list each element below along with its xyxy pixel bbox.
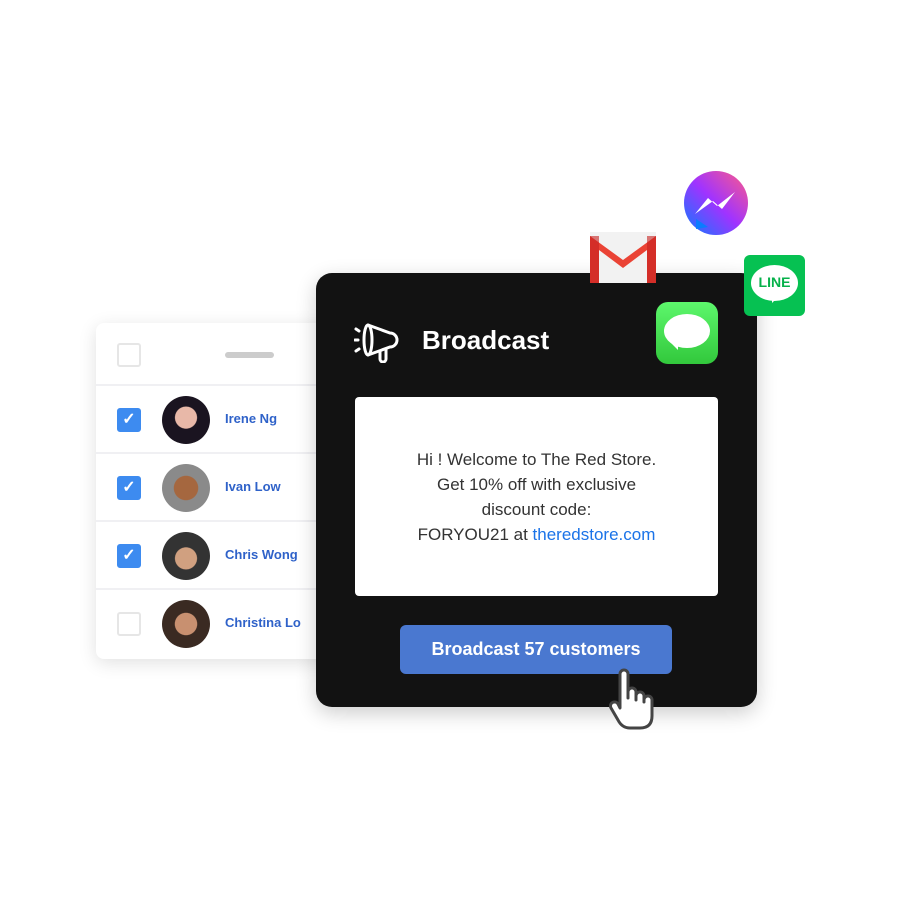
- list-item[interactable]: ✓ Ivan Low: [96, 454, 336, 522]
- checkbox-checked[interactable]: ✓: [117, 476, 141, 500]
- card-title: Broadcast: [422, 325, 550, 355]
- avatar: [162, 600, 210, 648]
- checkbox-checked[interactable]: ✓: [117, 544, 141, 568]
- contact-name: Ivan Low: [225, 479, 281, 494]
- contact-name: Christina Lo: [225, 615, 301, 630]
- avatar: [162, 464, 210, 512]
- imessage-icon: [656, 302, 718, 364]
- select-all-checkbox[interactable]: [117, 343, 141, 367]
- contact-list: ✓ Irene Ng ✓ Ivan Low ✓ Chris Wong Chris…: [96, 323, 336, 659]
- gmail-icon: [590, 232, 656, 283]
- checkbox-checked[interactable]: ✓: [117, 408, 141, 432]
- store-link[interactable]: theredstore.com: [533, 525, 656, 544]
- contact-name: Irene Ng: [225, 411, 278, 426]
- avatar: [162, 396, 210, 444]
- header-placeholder: [225, 352, 274, 358]
- megaphone-icon: [354, 323, 399, 363]
- hand-cursor-icon: [609, 668, 654, 730]
- message-line: discount code:: [481, 499, 592, 519]
- line-label: LINE: [758, 274, 791, 290]
- avatar: [162, 532, 210, 580]
- broadcast-button[interactable]: Broadcast 57 customers: [400, 625, 672, 674]
- discount-code: FORYOU21 at: [417, 524, 533, 544]
- list-header: [96, 323, 336, 386]
- list-item[interactable]: Christina Lo: [96, 590, 336, 658]
- message-line: Get 10% off with exclusive: [436, 474, 637, 494]
- checkbox-unchecked[interactable]: [117, 612, 141, 636]
- messenger-icon: [684, 171, 748, 235]
- list-item[interactable]: ✓ Chris Wong: [96, 522, 336, 590]
- line-icon: LINE: [744, 255, 805, 316]
- list-item[interactable]: ✓ Irene Ng: [96, 386, 336, 454]
- contact-name: Chris Wong: [225, 547, 298, 562]
- message-line: Hi ! Welcome to The Red Store.: [416, 449, 657, 469]
- message-preview: Hi ! Welcome to The Red Store. Get 10% o…: [355, 397, 718, 596]
